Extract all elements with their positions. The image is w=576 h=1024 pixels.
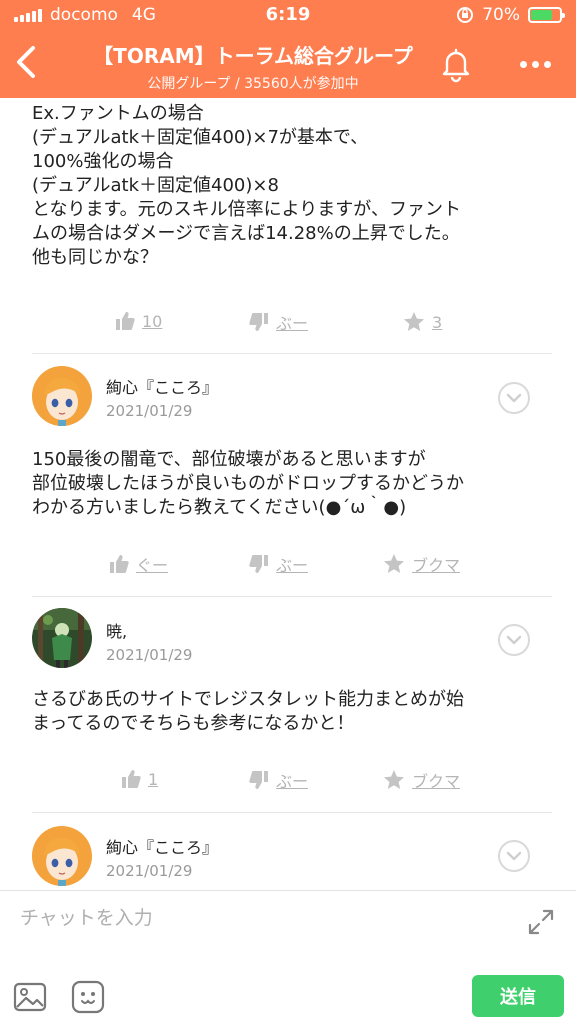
header-title-block: 【TORAM】トーラム総合グループ 公開グループ / 35560人が参加中 xyxy=(70,40,436,93)
chevron-down-icon xyxy=(506,393,522,403)
battery-percent: 70% xyxy=(482,5,520,25)
thumbs-up-icon xyxy=(116,312,135,330)
chevron-left-icon xyxy=(17,46,35,78)
dislike-label: ぶー xyxy=(276,556,309,575)
username[interactable]: 絢心『こころ』 xyxy=(106,834,218,858)
status-bar: docomo 4G 6:19 70% xyxy=(0,0,576,30)
post-actions: ぐー ぶー ブクマ xyxy=(0,552,576,582)
more-dot-icon xyxy=(531,60,539,68)
star-icon xyxy=(384,770,404,789)
bookmark-button[interactable]: 3 xyxy=(402,310,442,334)
post-body: Ex.ファントムの場合 (デュアルatk＋固定値400)×7が基本で、 100%… xyxy=(32,103,461,268)
thumbs-down-icon xyxy=(249,555,268,573)
expand-input-button[interactable] xyxy=(526,907,556,937)
notification-button[interactable] xyxy=(436,44,476,84)
username[interactable]: 暁, xyxy=(106,618,127,642)
bookmark-label: ブクマ xyxy=(412,772,461,791)
chat-input-bar: 送信 xyxy=(0,890,576,1024)
post-menu-button[interactable] xyxy=(498,840,530,872)
post-divider xyxy=(32,596,552,597)
post-body: さるびあ氏のサイトでレジスタレット能力まとめが始 まってるのでそちらも参考になる… xyxy=(32,689,464,734)
dislike-button[interactable]: ぶー xyxy=(248,552,308,576)
avatar[interactable] xyxy=(32,826,92,886)
post-date: 2021/01/29 xyxy=(106,646,193,664)
anime-girl-avatar-icon xyxy=(32,826,92,886)
more-dot-icon xyxy=(519,60,527,68)
avatar[interactable] xyxy=(32,608,92,668)
chevron-down-icon xyxy=(506,635,522,645)
post-date: 2021/01/29 xyxy=(106,862,193,880)
like-count: 10 xyxy=(142,311,163,331)
thumbs-up-icon xyxy=(122,770,141,788)
image-icon xyxy=(13,982,47,1012)
status-right: 70% xyxy=(456,5,565,25)
post-divider xyxy=(32,353,552,354)
thumbs-down-icon xyxy=(249,771,268,789)
app-header: 【TORAM】トーラム総合グループ 公開グループ / 35560人が参加中 xyxy=(0,30,576,98)
chat-feed[interactable]: Ex.ファントムの場合 (デュアルatk＋固定値400)×7が基本で、 100%… xyxy=(0,98,576,890)
post-menu-button[interactable] xyxy=(498,624,530,656)
dislike-button[interactable]: ぶー xyxy=(248,768,308,792)
bookmark-count: 3 xyxy=(432,312,443,332)
dislike-label: ぶー xyxy=(276,772,309,791)
group-title: 【TORAM】トーラム総合グループ xyxy=(93,44,413,68)
back-button[interactable] xyxy=(8,40,44,84)
post-body: 150最後の闇竜で、部位破壊があると思いますが 部位破壊したほうが良いものがドロ… xyxy=(32,449,464,518)
battery-icon xyxy=(528,7,565,23)
username[interactable]: 絢心『こころ』 xyxy=(106,374,218,398)
star-icon xyxy=(384,554,404,573)
group-subtitle: 公開グループ / 35560人が参加中 xyxy=(147,76,359,92)
dislike-button[interactable]: ぶー xyxy=(248,310,308,334)
image-attach-button[interactable] xyxy=(12,979,48,1015)
dislike-label: ぶー xyxy=(276,314,309,333)
thumbs-down-icon xyxy=(249,313,268,331)
bell-icon xyxy=(442,48,470,83)
send-button[interactable]: 送信 xyxy=(472,975,564,1017)
anime-girl-avatar-icon xyxy=(32,366,92,426)
avatar[interactable] xyxy=(32,366,92,426)
post-actions: 10 ぶー 3 xyxy=(0,310,576,340)
more-options-button[interactable] xyxy=(508,44,562,84)
post-menu-button[interactable] xyxy=(498,382,530,414)
forest-character-avatar-icon xyxy=(32,608,92,668)
like-label: ぐー xyxy=(136,556,169,575)
orientation-lock-icon xyxy=(457,7,474,23)
expand-icon xyxy=(528,909,554,935)
sticker-face-icon xyxy=(71,980,105,1014)
like-button[interactable]: ぐー xyxy=(108,552,168,576)
thumbs-up-icon xyxy=(110,555,129,573)
chat-input[interactable] xyxy=(20,903,500,933)
sticker-button[interactable] xyxy=(70,979,106,1015)
star-icon xyxy=(404,312,424,331)
more-dot-icon xyxy=(543,60,551,68)
post-actions: 1 ぶー ブクマ xyxy=(0,768,576,798)
bookmark-label: ブクマ xyxy=(412,556,461,575)
like-count: 1 xyxy=(148,769,159,789)
like-button[interactable]: 1 xyxy=(120,768,158,790)
post-divider xyxy=(32,812,552,813)
bookmark-button[interactable]: ブクマ xyxy=(382,552,460,576)
bookmark-button[interactable]: ブクマ xyxy=(382,768,460,792)
like-button[interactable]: 10 xyxy=(114,310,162,332)
chevron-down-icon xyxy=(506,851,522,861)
post-date: 2021/01/29 xyxy=(106,402,193,420)
